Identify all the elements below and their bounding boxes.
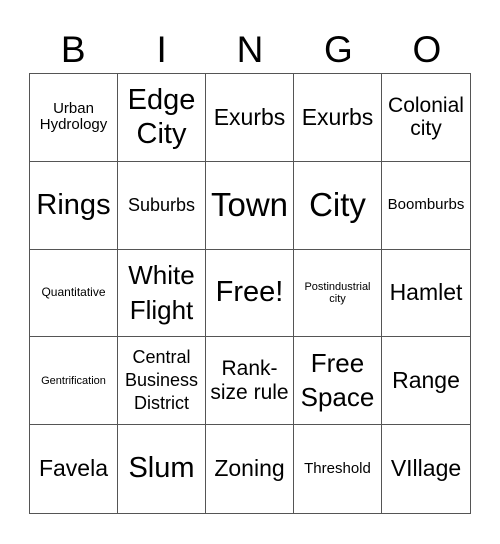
- bingo-cell[interactable]: Rank-size rule: [206, 337, 294, 426]
- bingo-grid: Urban Hydrology Edge City Exurbs Exurbs …: [29, 73, 471, 514]
- header-letter-g: G: [324, 29, 353, 70]
- bingo-cell[interactable]: Hamlet: [382, 250, 470, 338]
- bingo-cell[interactable]: Threshold: [294, 425, 382, 513]
- bingo-cell[interactable]: Edge City: [118, 74, 206, 162]
- bingo-cell[interactable]: Slum: [118, 425, 206, 513]
- bingo-header: B I N G O: [29, 26, 471, 74]
- bingo-cell[interactable]: Rings: [30, 161, 118, 250]
- bingo-cell[interactable]: Exurbs: [206, 74, 294, 162]
- bingo-cell[interactable]: Exurbs: [294, 74, 382, 162]
- bingo-cell[interactable]: City: [294, 161, 382, 250]
- header-letter-n: N: [236, 29, 264, 70]
- bingo-cell[interactable]: Postindustrial city: [294, 249, 382, 338]
- bingo-cell[interactable]: Central Business District: [118, 337, 206, 426]
- bingo-cell[interactable]: Colonial city: [382, 74, 470, 162]
- bingo-cell[interactable]: Favela: [30, 425, 118, 513]
- bingo-cell[interactable]: Town: [206, 161, 294, 250]
- header-letter-i: I: [156, 29, 167, 70]
- bingo-cell[interactable]: Free!: [206, 249, 294, 338]
- bingo-cell[interactable]: Free Space: [294, 337, 382, 426]
- header-letter-o: O: [412, 29, 442, 70]
- bingo-cell[interactable]: White Flight: [118, 249, 206, 338]
- bingo-cell[interactable]: Suburbs: [118, 161, 206, 250]
- bingo-cell[interactable]: Gentrification: [30, 337, 118, 426]
- bingo-cell[interactable]: Quantitative: [30, 249, 118, 338]
- bingo-cell[interactable]: Urban Hydrology: [30, 74, 118, 162]
- bingo-cell[interactable]: Zoning: [206, 425, 294, 513]
- header-letter-b: B: [60, 29, 86, 70]
- bingo-cell[interactable]: Boomburbs: [382, 162, 470, 250]
- bingo-cell[interactable]: Range: [382, 337, 470, 426]
- bingo-cell[interactable]: VIllage: [382, 425, 470, 513]
